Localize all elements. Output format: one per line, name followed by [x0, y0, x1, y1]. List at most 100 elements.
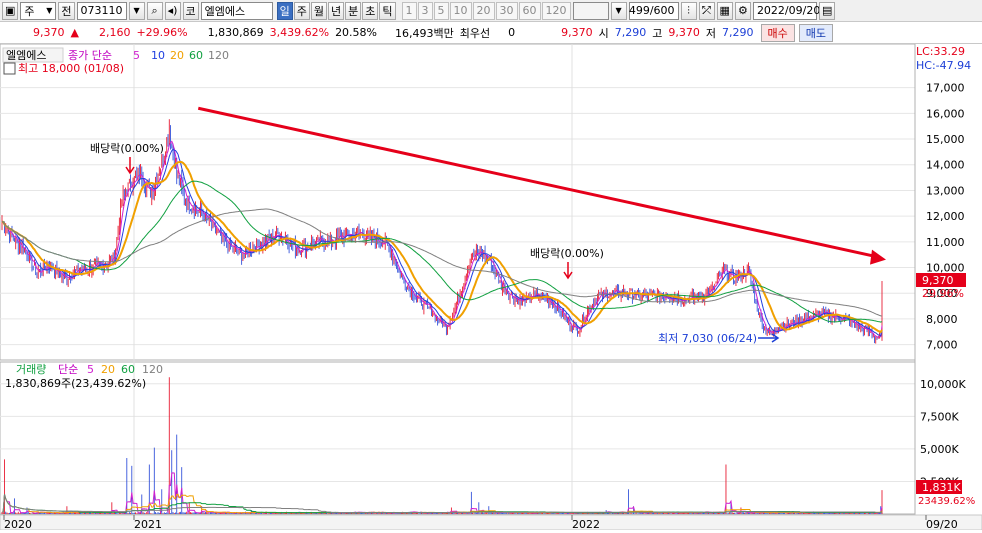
stock-name-legend: 엘엠에스 [6, 49, 46, 62]
volume-tick-label: 7,500K [920, 410, 959, 423]
open-label: 시 [598, 26, 609, 40]
ma10-legend: 10 [151, 49, 165, 62]
current-price: 9,370 [33, 26, 65, 39]
high-annotation: 최고 18,000 (01/08) [18, 62, 124, 75]
stock-code-input[interactable]: 073110 [76, 1, 127, 20]
time-tick-label: 2021 [134, 518, 162, 530]
volume-tick-label: 5,000K [920, 443, 959, 456]
interval-dropdown-icon[interactable]: ▼ [610, 1, 627, 20]
interval-20[interactable]: 20 [472, 1, 495, 20]
open-price: 7,290 [614, 26, 647, 39]
market-button[interactable]: 코 [182, 1, 199, 20]
time-tick-label: 09/20 [926, 518, 958, 530]
interval-5[interactable]: 5 [433, 1, 449, 20]
interval-10[interactable]: 10 [449, 1, 472, 20]
stock-code-value: 073110 [80, 4, 123, 17]
change-value: 2,160 [98, 26, 131, 39]
interval-1[interactable]: 1 [401, 1, 417, 20]
type-select-value: 주 [24, 4, 35, 18]
price-tick-label: 12,000 [926, 210, 965, 223]
search-icon[interactable]: ⌕ [146, 1, 163, 20]
time-tick-label: 2020 [4, 518, 32, 530]
price-tick-label: 10,000 [926, 262, 965, 275]
volume-tag-text: 1,831K [922, 481, 961, 494]
date-value: 2022/09/20 [756, 4, 821, 17]
turnover-pct: 20.58% [335, 26, 378, 39]
ma120-legend: 120 [208, 49, 229, 62]
period-tab-1[interactable]: 주 [293, 1, 310, 20]
lc-label: LC:33.29 [916, 45, 965, 58]
code-dropdown-icon[interactable]: ▼ [128, 1, 145, 20]
vma60-legend: 60 [121, 363, 135, 376]
volume-legend-name: 거래량 [16, 363, 46, 376]
quote-bar: 9,370 ▲ 2,160 +29.96% 1,830,869 3,439.62… [0, 22, 982, 44]
date-field[interactable]: 2022/09/20 [752, 1, 821, 20]
time-axis: 2020 2021 2022 09/20 [0, 514, 982, 531]
interval-60[interactable]: 60 [518, 1, 541, 20]
high-label: 고 [652, 26, 663, 40]
candle-type-icon[interactable]: ⫶ [680, 1, 697, 20]
period-tab-3[interactable]: 년 [328, 1, 345, 20]
price-tick-label: 14,000 [926, 159, 965, 172]
price-tick-label: 13,000 [926, 184, 965, 197]
volume-axis: 2,500K5,000K7,500K10,000K [920, 378, 966, 489]
change-pct: +29.96% [136, 26, 188, 39]
type-select[interactable]: 주 ▼ [20, 1, 57, 20]
price-tick-label: 15,000 [926, 133, 965, 146]
ma60-legend: 60 [189, 49, 203, 62]
price-legend-kind: 종가 단순 [68, 49, 112, 62]
hc-label: HC:-47.94 [916, 59, 971, 72]
sound-icon[interactable]: ◂) [164, 1, 181, 20]
period-tabs: 일주월년분초틱 [276, 1, 396, 20]
chevron-down-icon: ▼ [46, 6, 53, 15]
dividend-annotation-2: 배당락(0.00%) [530, 247, 604, 260]
period-tab-0[interactable]: 일 [276, 1, 293, 20]
time-tick-label: 2022 [572, 518, 600, 530]
low-price: 7,290 [722, 26, 754, 39]
volume-pct-tag-text: 23439.62% [918, 496, 975, 507]
ma20-legend: 20 [170, 49, 184, 62]
volume-value: 1,830,869 [207, 26, 264, 39]
period-tab-5[interactable]: 초 [362, 1, 379, 20]
vma5-legend: 5 [87, 363, 94, 376]
volume-pct: 3,439.62% [269, 26, 330, 39]
prefix-button[interactable]: 전 [58, 1, 75, 20]
up-arrow-icon: ▲ [70, 26, 79, 39]
price-tick-label: 17,000 [926, 82, 965, 95]
calendar-icon[interactable]: ▤ [818, 1, 836, 20]
low-annotation: 최저 7,030 (06/24) [658, 332, 757, 345]
stock-chart[interactable]: 7,0008,0009,00010,00011,00012,00013,0001… [0, 43, 982, 531]
price-tick-label: 7,000 [926, 339, 958, 352]
period-tab-6[interactable]: 틱 [379, 1, 396, 20]
stock-name-value: 엘엠에스 [204, 4, 246, 18]
grid-toggle-icon[interactable] [3, 62, 16, 75]
stock-name-field: 엘엠에스 [200, 1, 273, 20]
gear-icon[interactable]: ⚙ [734, 1, 751, 20]
credit-label: 최우선 [459, 26, 491, 40]
high-price: 9,370 [668, 26, 700, 39]
period-tab-2[interactable]: 월 [310, 1, 328, 20]
save-icon[interactable]: ▦ [716, 1, 733, 20]
crosshair-icon[interactable]: ⤱ [698, 1, 715, 20]
chart-area[interactable]: 7,000 8,000 9,000 10,000 11,000 12,000 13,000 1… [0, 43, 982, 531]
chart-settings-icon[interactable]: ▣ [2, 1, 19, 20]
volume-legend-kind: 단순 [58, 363, 78, 376]
buy-button[interactable]: 매수 [760, 23, 795, 42]
interval-custom-field[interactable] [572, 1, 609, 20]
toolbar: ▣ 주 ▼ 전 073110 ▼ ⌕ ◂) 코 엘엠에스 일주월년분초틱 135… [0, 0, 982, 22]
interval-120[interactable]: 120 [541, 1, 571, 20]
vma20-legend: 20 [101, 363, 115, 376]
period-tab-4[interactable]: 분 [345, 1, 362, 20]
last-price: 9,370 [561, 26, 593, 39]
credit-value: 0 [508, 26, 516, 39]
low-label: 저 [705, 26, 716, 40]
count-field[interactable]: 499/600 [628, 1, 679, 20]
interval-3[interactable]: 3 [417, 1, 433, 20]
price-tick-label: 11,000 [926, 236, 965, 249]
sell-button[interactable]: 매도 [798, 23, 833, 42]
price-tick-label: 8,000 [926, 313, 958, 326]
dividend-annotation-1: 배당락(0.00%) [90, 142, 164, 155]
current-pct-tag-text: 29.96% [922, 287, 964, 300]
interval-30[interactable]: 30 [495, 1, 518, 20]
volume-tick-label: 10,000K [920, 378, 966, 391]
